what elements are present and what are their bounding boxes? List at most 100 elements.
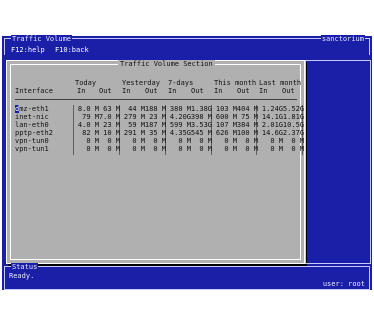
traffic-value: 291 M bbox=[123, 129, 145, 137]
group-header-this-month: This month bbox=[214, 79, 257, 87]
traffic-value: 5.52G bbox=[282, 105, 304, 113]
traffic-value: 0 M bbox=[86, 137, 99, 145]
traffic-volume-panel: Traffic Volume Section Today Yesterday 7… bbox=[6, 60, 305, 264]
traffic-value: 107 M bbox=[215, 121, 237, 129]
table-row[interactable]: inet-nic 79 M 7.0 M 279 M 23 M 4.20G 398 M 600 … bbox=[15, 113, 304, 121]
column-header-in: In bbox=[214, 87, 223, 95]
traffic-value: 44 M bbox=[128, 105, 145, 113]
window-title: Traffic Volume bbox=[11, 35, 73, 43]
traffic-value: 0 M bbox=[245, 137, 258, 145]
traffic-value: 2.01G bbox=[261, 121, 283, 129]
header-divider bbox=[15, 99, 297, 100]
traffic-value: 7.0 M bbox=[98, 113, 120, 121]
title-frame: Traffic Volume sanctorium F12:help F10:b… bbox=[4, 35, 370, 55]
group-header-last-month: Last month bbox=[259, 79, 302, 87]
status-frame: Status Ready. user: root bbox=[4, 263, 370, 290]
traffic-value: 100 M bbox=[236, 129, 258, 137]
traffic-value: 14.1G bbox=[261, 113, 283, 121]
interface-name: vpn-tun0 bbox=[15, 137, 49, 145]
status-text: Ready. bbox=[9, 272, 35, 280]
interface-name: dmz-eth1 bbox=[15, 105, 49, 113]
traffic-value: 600 M bbox=[215, 113, 237, 121]
column-header-in: In bbox=[168, 87, 177, 95]
traffic-value: 279 M bbox=[123, 113, 145, 121]
traffic-value: 380 M bbox=[169, 105, 191, 113]
right-pane-frame bbox=[305, 60, 371, 264]
traffic-value: 1.38G bbox=[190, 105, 212, 113]
host-name: sanctorium bbox=[320, 35, 365, 43]
table-row[interactable]: dmz-eth1 8.0 M 63 M 44 M 188 M 380 M 1.38G 103 … bbox=[15, 105, 304, 113]
traffic-value: 79 M bbox=[82, 113, 99, 121]
table-row[interactable]: vpn-tun0 0 M 0 M 0 M 0 M 0 M 0 M 0 M 0 M 0 M 0 M bbox=[15, 137, 304, 145]
table-row[interactable]: pptp-eth2 82 M 10 M 291 M 35 M 4.35G 545 M 626 … bbox=[15, 129, 304, 137]
traffic-value: 1.81G bbox=[282, 113, 304, 121]
column-header-out: Out bbox=[282, 87, 295, 95]
traffic-value: 0 M bbox=[224, 145, 237, 153]
traffic-value: 4.20G bbox=[169, 113, 191, 121]
traffic-value: 103 M bbox=[215, 105, 237, 113]
function-key-bar: F12:help F10:back bbox=[11, 46, 95, 54]
back-key[interactable]: F10:back bbox=[55, 46, 89, 54]
interface-name: lan-eth0 bbox=[15, 121, 49, 129]
terminal-screen: Traffic Volume sanctorium F12:help F10:b… bbox=[2, 35, 372, 290]
column-header-in: In bbox=[77, 87, 86, 95]
interface-name: pptp-eth2 bbox=[15, 129, 53, 137]
column-header-interface: Interface bbox=[15, 87, 53, 95]
traffic-value: 0 M bbox=[132, 137, 145, 145]
traffic-value: 4.0 M bbox=[77, 121, 99, 129]
traffic-value: 384 M bbox=[236, 121, 258, 129]
traffic-value: 14.6G bbox=[261, 129, 283, 137]
traffic-value: 626 M bbox=[215, 129, 237, 137]
traffic-value: 0 M bbox=[291, 137, 304, 145]
traffic-value: 398 M bbox=[190, 113, 212, 121]
traffic-value: 3.53G bbox=[190, 121, 212, 129]
traffic-value: 10.5G bbox=[282, 121, 304, 129]
column-header-out: Out bbox=[99, 87, 112, 95]
traffic-value: 2.37G bbox=[282, 129, 304, 137]
group-header-yesterday: Yesterday bbox=[122, 79, 160, 87]
traffic-value: 0 M bbox=[270, 145, 283, 153]
traffic-value: 23 M bbox=[149, 113, 166, 121]
traffic-value: 0 M bbox=[199, 145, 212, 153]
group-header-today: Today bbox=[75, 79, 97, 87]
section-title: Traffic Volume Section bbox=[118, 60, 215, 68]
traffic-value: 82 M bbox=[82, 129, 99, 137]
traffic-value: 23 M bbox=[103, 121, 120, 129]
traffic-value: 599 M bbox=[169, 121, 191, 129]
traffic-value: 0 M bbox=[199, 137, 212, 145]
traffic-value: 1.24G bbox=[261, 105, 283, 113]
interface-name: vpn-tun1 bbox=[15, 145, 49, 153]
group-header-7days: 7-days bbox=[168, 79, 194, 87]
traffic-value: 0 M bbox=[86, 145, 99, 153]
interface-name: inet-nic bbox=[15, 113, 49, 121]
traffic-value: 187 M bbox=[144, 121, 166, 129]
traffic-value: 0 M bbox=[224, 137, 237, 145]
column-header-in: In bbox=[259, 87, 268, 95]
traffic-value: 0 M bbox=[178, 145, 191, 153]
traffic-value: 188 M bbox=[144, 105, 166, 113]
help-key[interactable]: F12:help bbox=[11, 46, 45, 54]
traffic-value: 0 M bbox=[270, 137, 283, 145]
traffic-value: 0 M bbox=[153, 145, 166, 153]
traffic-value: 59 M bbox=[128, 121, 145, 129]
table-row[interactable]: vpn-tun1 0 M 0 M 0 M 0 M 0 M 0 M 0 M 0 M 0 M 0 M bbox=[15, 145, 304, 153]
table-row[interactable]: lan-eth0 4.0 M 23 M 59 M 187 M 599 M 3.53G 107 … bbox=[15, 121, 304, 129]
traffic-value: 0 M bbox=[178, 137, 191, 145]
column-header-out: Out bbox=[191, 87, 204, 95]
traffic-value: 0 M bbox=[291, 145, 304, 153]
column-header-out: Out bbox=[237, 87, 250, 95]
traffic-value: 75 M bbox=[241, 113, 258, 121]
traffic-value: 4.35G bbox=[169, 129, 191, 137]
traffic-value: 0 M bbox=[107, 145, 120, 153]
traffic-value: 10 M bbox=[103, 129, 120, 137]
panel-inner-frame: Traffic Volume Section Today Yesterday 7… bbox=[10, 60, 304, 260]
status-label: Status bbox=[11, 263, 39, 271]
traffic-value: 404 M bbox=[236, 105, 258, 113]
text-cursor: d bbox=[15, 105, 20, 113]
traffic-value: 545 M bbox=[190, 129, 212, 137]
user-label: user: root bbox=[322, 280, 365, 288]
traffic-value: 8.0 M bbox=[77, 105, 99, 113]
traffic-value: 0 M bbox=[132, 145, 145, 153]
column-header-out: Out bbox=[145, 87, 158, 95]
traffic-value: 35 M bbox=[149, 129, 166, 137]
